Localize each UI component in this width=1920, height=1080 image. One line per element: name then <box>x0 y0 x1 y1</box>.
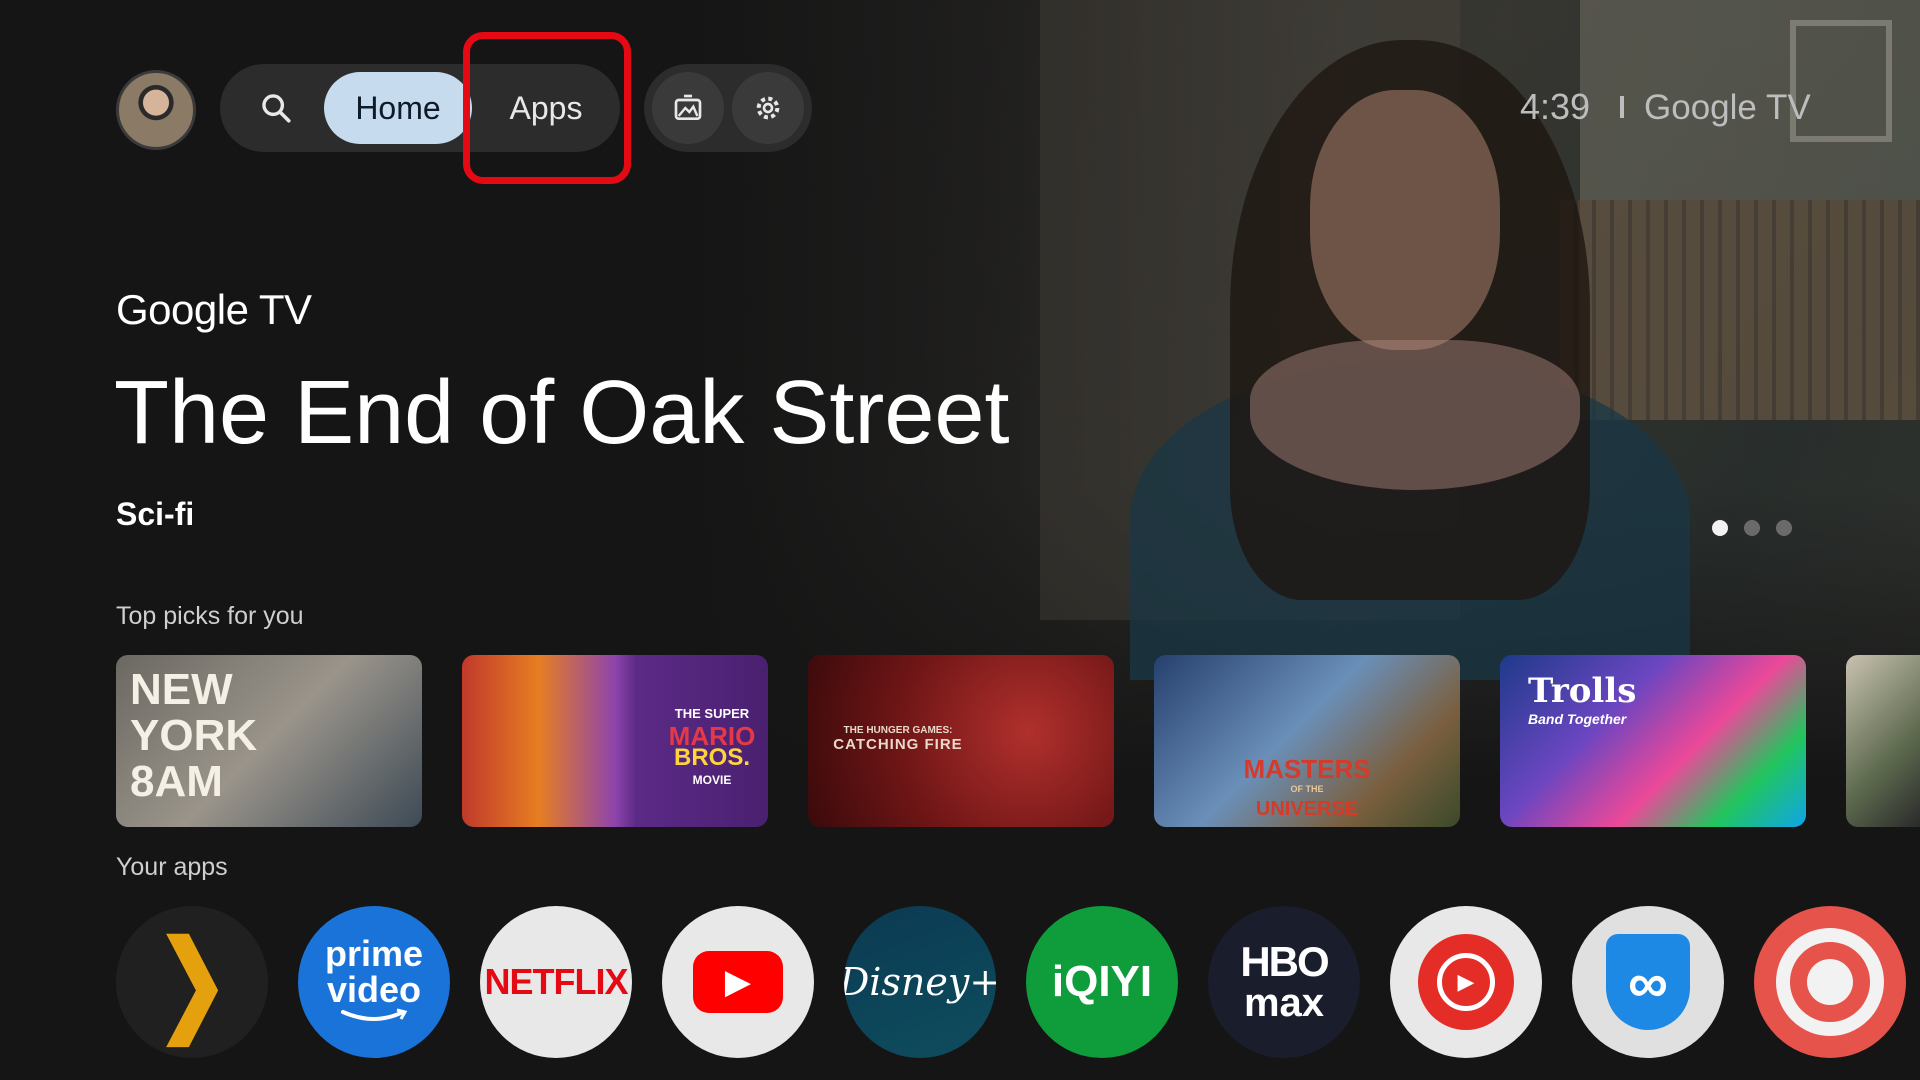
content-tile-masters-of-the-universe[interactable]: MASTERS OF THE UNIVERSE <box>1154 655 1460 827</box>
hero-figure-collar <box>1250 340 1580 490</box>
app-hbo-max[interactable]: HBO max <box>1208 906 1360 1058</box>
hbo-max-logo-line: max <box>1243 981 1325 1025</box>
youtube-play-icon: ▶ <box>724 963 752 1001</box>
annotation-highlight-box <box>463 32 631 184</box>
content-tile-catching-fire[interactable]: THE HUNGER GAMES: CATCHING FIRE <box>808 655 1114 827</box>
tile-title-line: Band Together <box>1528 711 1627 727</box>
disney-plus-logo: Disney+ <box>844 960 996 1004</box>
tile-title-line: Trolls <box>1528 671 1637 711</box>
hbo-max-logo-line: HBO <box>1240 938 1329 985</box>
tile-title-line: THE HUNGER GAMES: <box>843 725 953 736</box>
iqiyi-logo: iQIYI <box>1051 957 1153 1006</box>
app-youtube[interactable]: ▶ <box>662 906 814 1058</box>
app-netflix[interactable]: NETFLIX <box>480 906 632 1058</box>
settings-icon <box>756 96 780 120</box>
header-brand: Google TV <box>1644 88 1811 127</box>
netflix-logo: NETFLIX <box>484 961 629 1002</box>
tile-title-line: MOVIE <box>692 773 732 787</box>
tile-title-line: MASTERS <box>1243 754 1371 784</box>
ambient-mode-icon <box>674 94 702 120</box>
tile-title-line: BROS. <box>673 744 750 771</box>
app-iqiyi[interactable]: iQIYI <box>1026 906 1178 1058</box>
hero-title[interactable]: The End of Oak Street <box>114 362 1009 465</box>
app-youtube-music[interactable]: ▶ <box>1390 906 1542 1058</box>
search-button[interactable] <box>240 72 312 144</box>
prime-video-logo-line: prime <box>324 933 424 974</box>
app-prime-video[interactable]: prime video <box>298 906 450 1058</box>
prime-smile-icon <box>340 1008 408 1021</box>
content-tile-super-mario-bros[interactable]: THE SUPER MARIO BROS. MOVIE <box>462 655 768 827</box>
content-tile-partial[interactable] <box>1846 655 1920 827</box>
tab-home[interactable]: Home <box>324 72 472 144</box>
hero-brand-logo: Google TV <box>116 286 312 333</box>
hero-figure-face <box>1310 90 1500 350</box>
infinity-icon: ∞ <box>1628 950 1668 1014</box>
youtube-music-logo: ▶ <box>1418 934 1514 1030</box>
tile-title-line: NEW <box>130 665 233 714</box>
settings-button[interactable] <box>732 72 804 144</box>
app-plex[interactable]: ❯ <box>116 906 268 1058</box>
youtube-music-play-icon: ▶ <box>1457 969 1475 994</box>
content-tile-new-york-8am[interactable]: NEW YORK 8AM <box>116 655 422 827</box>
carousel-dot-3 <box>1776 520 1792 536</box>
app-vpn[interactable]: ∞ <box>1572 906 1724 1058</box>
profile-avatar[interactable] <box>116 70 196 150</box>
row-label-your-apps: Your apps <box>116 853 228 881</box>
tile-title-line: UNIVERSE <box>1255 798 1359 820</box>
hero-genre: Sci-fi <box>116 496 195 532</box>
carousel-dot-1 <box>1712 520 1728 536</box>
tile-title-line: CATCHING FIRE <box>833 736 963 753</box>
tile-title-line: YORK <box>130 711 258 760</box>
prime-video-logo-line: video <box>326 969 421 1010</box>
ambient-mode-button[interactable] <box>652 72 724 144</box>
youtube-logo: ▶ <box>693 951 783 1013</box>
content-tile-trolls-band-together[interactable]: Trolls Band Together <box>1500 655 1806 827</box>
search-icon <box>262 94 291 123</box>
plex-icon: ❯ <box>155 920 229 1043</box>
clock-separator <box>1620 96 1624 118</box>
row-label-top-picks: Top picks for you <box>116 602 304 630</box>
app-disney-plus[interactable]: Disney+ <box>844 906 996 1058</box>
carousel-dot-2 <box>1744 520 1760 536</box>
app-target[interactable] <box>1754 906 1906 1058</box>
target-icon <box>1776 928 1884 1036</box>
clock-time: 4:39 <box>1520 86 1591 127</box>
vpn-shield-logo: ∞ <box>1606 934 1690 1030</box>
hero-backdrop-fence <box>1560 200 1920 420</box>
tile-title-line: 8AM <box>130 757 223 806</box>
